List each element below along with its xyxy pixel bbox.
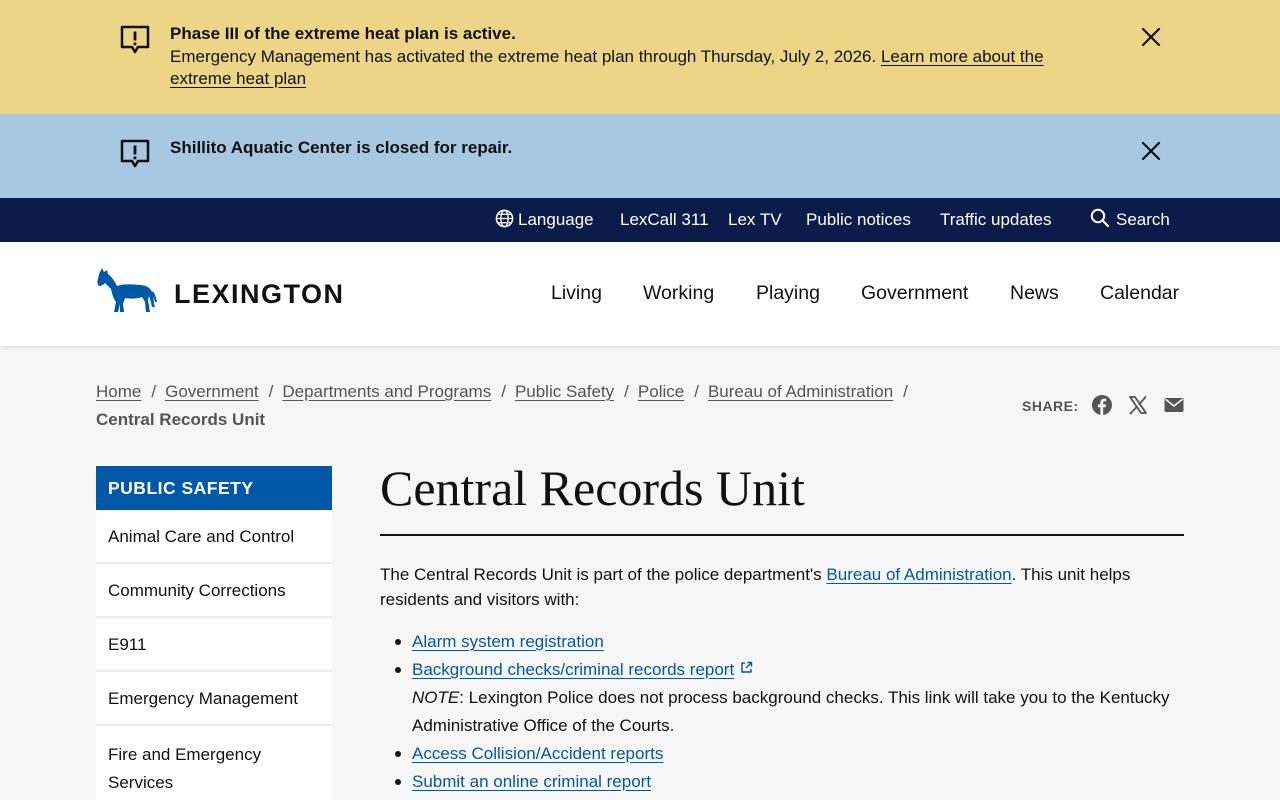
public-notices-link[interactable]: Public notices — [806, 198, 911, 242]
collision-reports-link[interactable]: Access Collision/Accident reports — [412, 744, 663, 763]
breadcrumb-bureau[interactable]: Bureau of Administration — [708, 382, 893, 401]
lextv-link[interactable]: Lex TV — [728, 198, 782, 242]
alert-icon — [120, 139, 150, 168]
x-icon[interactable] — [1127, 394, 1149, 416]
email-icon[interactable] — [1163, 394, 1185, 416]
utility-nav: Language LexCall 311 Lex TV Public notic… — [0, 198, 1280, 242]
section-sidebar: PUBLIC SAFETY Animal Care and Control Co… — [96, 466, 332, 800]
nav-calendar[interactable]: Calendar — [1100, 282, 1179, 305]
alert-title: Shillito Aquatic Center is closed for re… — [170, 138, 513, 157]
main-content: Central Records Unit The Central Records… — [380, 456, 1184, 796]
list-item: Access Collision/Accident reports — [380, 740, 1184, 768]
note-label: NOTE — [412, 688, 460, 707]
alert-title: Phase III of the extreme heat plan is ac… — [170, 24, 516, 43]
horse-logo-icon[interactable] — [95, 266, 157, 314]
alert-banner-heat: Phase III of the extreme heat plan is ac… — [0, 0, 1280, 114]
services-list: Alarm system registration Background che… — [380, 628, 1184, 796]
nav-government[interactable]: Government — [861, 282, 968, 305]
breadcrumb: Home / Government / Departments and Programs… — [96, 382, 908, 429]
site-header: LEXINGTON Living Working Playing Governm… — [0, 242, 1280, 346]
close-icon[interactable] — [1140, 26, 1162, 48]
language-button[interactable]: Language — [495, 198, 594, 242]
alert-body: Emergency Management has activated the e… — [170, 46, 881, 66]
facebook-icon[interactable] — [1091, 394, 1113, 416]
nav-news[interactable]: News — [1010, 282, 1059, 305]
external-link-icon — [741, 661, 753, 673]
list-item: Alarm system registration — [380, 628, 1184, 656]
breadcrumb-current: Central Records Unit — [96, 410, 266, 429]
breadcrumb-home[interactable]: Home — [96, 382, 141, 401]
nav-living[interactable]: Living — [551, 282, 602, 305]
close-icon[interactable] — [1140, 140, 1162, 162]
background-checks-link[interactable]: Background checks/criminal records repor… — [412, 660, 734, 679]
nav-playing[interactable]: Playing — [756, 282, 820, 305]
sidebar-heading[interactable]: PUBLIC SAFETY — [96, 466, 332, 510]
alert-text: Shillito Aquatic Center is closed for re… — [170, 137, 1100, 160]
note-text: : Lexington Police does not process back… — [412, 688, 1170, 735]
page-title: Central Records Unit — [380, 456, 1184, 536]
breadcrumb-police[interactable]: Police — [638, 382, 684, 401]
bureau-link[interactable]: Bureau of Administration — [826, 565, 1011, 584]
sidebar-item-animal-care[interactable]: Animal Care and Control — [96, 510, 332, 564]
note-item: NOTE: Lexington Police does not process … — [380, 684, 1184, 740]
language-label: Language — [518, 210, 594, 229]
globe-icon — [495, 209, 514, 228]
site-logo-text[interactable]: LEXINGTON — [174, 279, 345, 310]
breadcrumb-government[interactable]: Government — [165, 382, 259, 401]
sidebar-item-fire[interactable]: Fire and Emergency Services — [96, 726, 332, 800]
alert-banner-aquatic: Shillito Aquatic Center is closed for re… — [0, 114, 1280, 198]
alert-icon — [120, 25, 150, 54]
sidebar-item-emergency-management[interactable]: Emergency Management — [96, 672, 332, 726]
online-criminal-report-link[interactable]: Submit an online criminal report — [412, 772, 651, 791]
sidebar-item-community-corrections[interactable]: Community Corrections — [96, 564, 332, 618]
list-item: Background checks/criminal records repor… — [380, 656, 1184, 684]
search-button[interactable]: Search — [1090, 198, 1170, 242]
alarm-registration-link[interactable]: Alarm system registration — [412, 632, 604, 651]
list-item: Submit an online criminal report — [380, 768, 1184, 796]
intro-paragraph: The Central Records Unit is part of the … — [380, 565, 1131, 609]
nav-working[interactable]: Working — [643, 282, 714, 305]
breadcrumb-public-safety[interactable]: Public Safety — [515, 382, 614, 401]
lexcall-link[interactable]: LexCall 311 — [620, 198, 709, 242]
breadcrumb-departments[interactable]: Departments and Programs — [282, 382, 491, 401]
alert-text: Phase III of the extreme heat plan is ac… — [170, 23, 1100, 91]
share-label: SHARE: — [1022, 398, 1079, 414]
search-icon — [1090, 208, 1110, 228]
search-label: Search — [1116, 210, 1170, 229]
sidebar-item-e911[interactable]: E911 — [96, 618, 332, 672]
traffic-updates-link[interactable]: Traffic updates — [940, 198, 1052, 242]
